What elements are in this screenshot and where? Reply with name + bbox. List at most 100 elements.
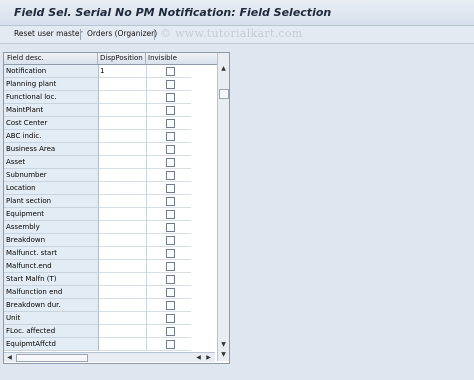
disp-position-input[interactable] (99, 247, 147, 260)
disp-position-input[interactable] (99, 208, 147, 221)
field-desc-cell: Business Area (4, 143, 99, 156)
invisible-checkbox[interactable] (166, 67, 175, 76)
disp-position-input[interactable]: 1 (99, 65, 147, 78)
scroll-down-icon[interactable]: ▼ (218, 340, 229, 350)
disp-position-input[interactable] (99, 312, 147, 325)
toolbar-separator (154, 29, 155, 40)
disp-position-input[interactable] (99, 221, 147, 234)
column-divider (97, 53, 98, 64)
scroll-left-page-icon[interactable]: ◀ (194, 353, 203, 362)
invisible-checkbox[interactable] (166, 80, 175, 89)
invisible-cell (147, 91, 191, 104)
field-desc-cell: Plant section (4, 195, 99, 208)
disp-position-input[interactable] (99, 156, 147, 169)
invisible-checkbox[interactable] (166, 314, 175, 323)
table-row: Malfunction end (4, 286, 215, 299)
scroll-end-icon[interactable]: ▼ (218, 350, 229, 360)
disp-position-input[interactable] (99, 143, 147, 156)
scroll-up-icon[interactable]: ▲ (218, 64, 229, 74)
invisible-checkbox[interactable] (166, 340, 175, 349)
invisible-checkbox[interactable] (166, 223, 175, 232)
disp-position-input[interactable] (99, 91, 147, 104)
invisible-checkbox[interactable] (166, 301, 175, 310)
invisible-cell (147, 247, 191, 260)
reset-user-master-button[interactable]: Reset user master (14, 29, 83, 38)
disp-position-input[interactable] (99, 117, 147, 130)
table-header: Field desc. DispPosition Invisible (4, 53, 229, 65)
field-desc-cell: Assembly (4, 221, 99, 234)
invisible-checkbox[interactable] (166, 145, 175, 154)
field-desc-cell: Cost Center (4, 117, 99, 130)
invisible-cell (147, 195, 191, 208)
field-desc-cell: Asset (4, 156, 99, 169)
toolbar-separator (80, 29, 81, 40)
column-header-disp-position[interactable]: DispPosition (100, 54, 143, 62)
disp-position-input[interactable] (99, 299, 147, 312)
field-desc-cell: EquipmtAffctd (4, 338, 99, 351)
vertical-scroll-thumb[interactable] (219, 89, 229, 99)
column-header-invisible[interactable]: Invisible (148, 54, 177, 62)
invisible-checkbox[interactable] (166, 249, 175, 258)
disp-position-input[interactable] (99, 286, 147, 299)
invisible-checkbox[interactable] (166, 93, 175, 102)
field-desc-cell: Breakdown dur. (4, 299, 99, 312)
field-desc-cell: Breakdown (4, 234, 99, 247)
table-row: Cost Center (4, 117, 215, 130)
invisible-cell (147, 156, 191, 169)
column-divider (145, 53, 146, 64)
disp-position-input[interactable] (99, 234, 147, 247)
disp-position-input[interactable] (99, 273, 147, 286)
watermark: © www.tutorialkart.com (160, 27, 303, 40)
invisible-checkbox[interactable] (166, 119, 175, 128)
field-desc-cell: ABC indic. (4, 130, 99, 143)
invisible-checkbox[interactable] (166, 275, 175, 284)
invisible-cell (147, 169, 191, 182)
invisible-checkbox[interactable] (166, 262, 175, 271)
invisible-checkbox[interactable] (166, 132, 175, 141)
disp-position-input[interactable] (99, 338, 147, 351)
disp-position-input[interactable] (99, 325, 147, 338)
table-row: Breakdown dur. (4, 299, 215, 312)
field-desc-cell: Functional loc. (4, 91, 99, 104)
disp-position-input[interactable] (99, 104, 147, 117)
table-row: Functional loc. (4, 91, 215, 104)
invisible-checkbox[interactable] (166, 106, 175, 115)
invisible-cell (147, 208, 191, 221)
vertical-scrollbar[interactable]: ▲ ▼ ▼ (217, 53, 229, 361)
table-row: Planning plant (4, 78, 215, 91)
table-row: ABC indic. (4, 130, 215, 143)
invisible-cell (147, 78, 191, 91)
horizontal-scroll-thumb[interactable] (16, 354, 88, 362)
table-row: Malfunct. start (4, 247, 215, 260)
table-row: Plant section (4, 195, 215, 208)
disp-position-input[interactable] (99, 169, 147, 182)
disp-position-input[interactable] (99, 182, 147, 195)
invisible-checkbox[interactable] (166, 184, 175, 193)
scroll-right-icon[interactable]: ▶ (204, 353, 213, 362)
table-row: Breakdown (4, 234, 215, 247)
invisible-cell (147, 117, 191, 130)
invisible-checkbox[interactable] (166, 197, 175, 206)
invisible-checkbox[interactable] (166, 171, 175, 180)
invisible-cell (147, 143, 191, 156)
invisible-checkbox[interactable] (166, 327, 175, 336)
disp-position-input[interactable] (99, 78, 147, 91)
field-desc-cell: Location (4, 182, 99, 195)
horizontal-scrollbar[interactable]: ◀ ◀ ▶ (4, 352, 215, 362)
application-toolbar: Reset user master Orders (Organizer) © w… (0, 26, 474, 44)
invisible-checkbox[interactable] (166, 236, 175, 245)
invisible-checkbox[interactable] (166, 210, 175, 219)
disp-position-input[interactable] (99, 130, 147, 143)
invisible-checkbox[interactable] (166, 288, 175, 297)
table-row: Unit (4, 312, 215, 325)
scroll-left-icon[interactable]: ◀ (5, 353, 14, 362)
table-row: MaintPlant (4, 104, 215, 117)
orders-organizer-button[interactable]: Orders (Organizer) (87, 29, 157, 38)
invisible-cell (147, 338, 191, 351)
column-header-field-desc[interactable]: Field desc. (7, 54, 44, 62)
field-desc-cell: Unit (4, 312, 99, 325)
table-row: Start Malfn (T) (4, 273, 215, 286)
disp-position-input[interactable] (99, 260, 147, 273)
invisible-checkbox[interactable] (166, 158, 175, 167)
disp-position-input[interactable] (99, 195, 147, 208)
